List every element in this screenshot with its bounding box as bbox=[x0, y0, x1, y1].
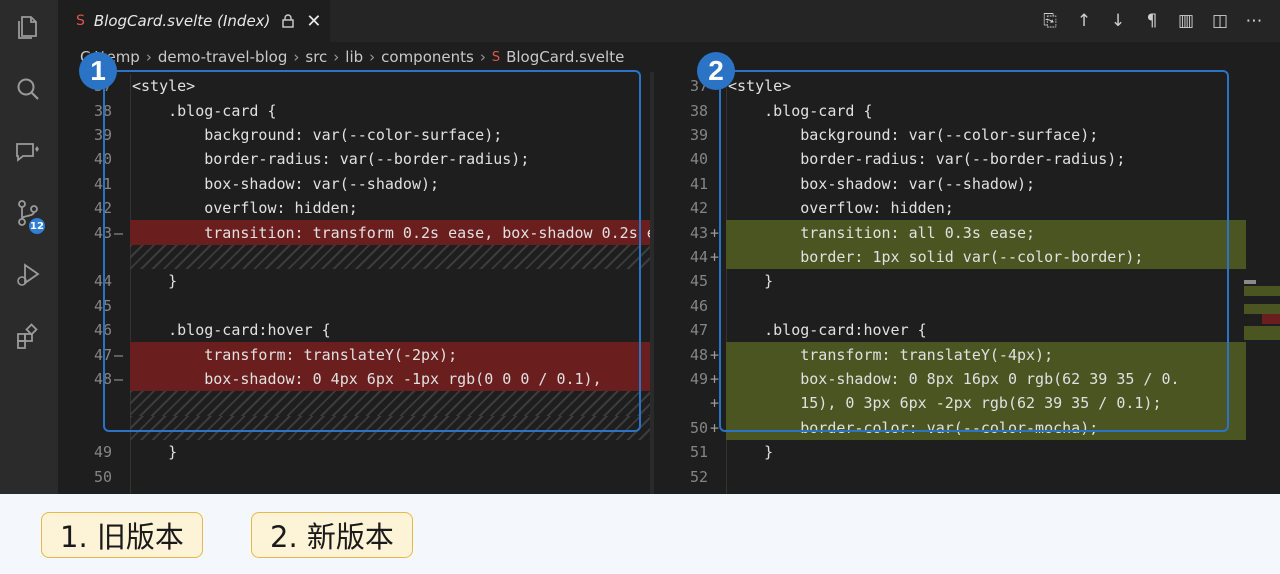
lock-icon bbox=[282, 14, 295, 28]
breadcrumb-item[interactable]: src bbox=[305, 48, 327, 66]
code-line[interactable]: 51 } bbox=[654, 440, 1246, 464]
line-number: 42 bbox=[689, 199, 708, 218]
line-number: 50 bbox=[93, 467, 112, 486]
tab-bar: S BlogCard.svelte (Index) ✕ ⎘ ↑ ↓ ¶ ▥ ◫ … bbox=[58, 0, 1280, 42]
code-text: } bbox=[728, 443, 774, 462]
line-number: 38 bbox=[689, 101, 708, 120]
more-icon[interactable]: ⋯ bbox=[1242, 8, 1266, 34]
run-debug-icon[interactable] bbox=[11, 258, 45, 292]
line-number: 40 bbox=[689, 150, 708, 169]
editor-toolbar: ⎘ ↑ ↓ ¶ ▥ ◫ ⋯ bbox=[1038, 8, 1266, 34]
activity-bar: 12 bbox=[0, 0, 58, 494]
line-number: 44 bbox=[689, 247, 708, 266]
line-number: 46 bbox=[689, 296, 708, 315]
pilcrow-icon[interactable]: ¶ bbox=[1140, 8, 1164, 34]
line-number: 41 bbox=[689, 174, 708, 193]
svelte-icon: S bbox=[491, 49, 501, 65]
callout-number-1: 1 bbox=[79, 52, 117, 90]
line-number: 49 bbox=[689, 369, 708, 388]
callout-new-version bbox=[719, 70, 1229, 432]
legend-old: 1. 旧版本 bbox=[41, 512, 203, 558]
arrow-down-icon[interactable]: ↓ bbox=[1106, 8, 1130, 34]
code-text: } bbox=[132, 443, 178, 462]
line-number: 50 bbox=[689, 418, 708, 437]
split-editor-icon[interactable]: ◫ bbox=[1208, 8, 1232, 34]
line-number: 47 bbox=[689, 321, 708, 340]
map-icon[interactable]: ▥ bbox=[1174, 8, 1198, 34]
breadcrumb-item[interactable]: components bbox=[381, 48, 474, 66]
breadcrumb-item[interactable]: BlogCard.svelte bbox=[506, 48, 624, 66]
scm-badge: 12 bbox=[27, 216, 47, 236]
explorer-icon[interactable] bbox=[11, 10, 45, 44]
line-number: 49 bbox=[93, 443, 112, 462]
line-number: 48 bbox=[689, 345, 708, 364]
code-line[interactable]: 52 bbox=[654, 464, 1246, 488]
diff-overview-ruler[interactable] bbox=[1244, 280, 1280, 360]
line-number: 45 bbox=[689, 272, 708, 291]
breadcrumb-item[interactable]: demo-travel-blog bbox=[158, 48, 288, 66]
open-file-icon[interactable]: ⎘ bbox=[1038, 8, 1062, 34]
breadcrumb-item[interactable]: lib bbox=[345, 48, 363, 66]
code-line[interactable]: 49 } bbox=[58, 440, 650, 464]
tab-title: BlogCard.svelte (Index) bbox=[93, 12, 271, 30]
legend-new: 2. 新版本 bbox=[251, 512, 413, 558]
svelte-icon: S bbox=[76, 13, 85, 29]
close-icon[interactable]: ✕ bbox=[306, 11, 321, 32]
line-number: 52 bbox=[689, 467, 708, 486]
callout-old-version bbox=[103, 70, 641, 432]
line-number: 43 bbox=[689, 223, 708, 242]
tab-blogcard[interactable]: S BlogCard.svelte (Index) ✕ bbox=[58, 0, 330, 42]
breadcrumb: C:\temp› demo-travel-blog› src› lib› com… bbox=[58, 42, 1280, 72]
search-icon[interactable] bbox=[11, 73, 45, 107]
line-number: 51 bbox=[689, 443, 708, 462]
code-line[interactable]: 50 bbox=[58, 464, 650, 488]
callout-number-2: 2 bbox=[697, 52, 735, 90]
line-number: 39 bbox=[689, 125, 708, 144]
legend-bar: 1. 旧版本 2. 新版本 bbox=[0, 494, 1280, 574]
arrow-up-icon[interactable]: ↑ bbox=[1072, 8, 1096, 34]
extensions-icon[interactable] bbox=[11, 320, 45, 354]
chat-icon[interactable] bbox=[11, 135, 45, 169]
